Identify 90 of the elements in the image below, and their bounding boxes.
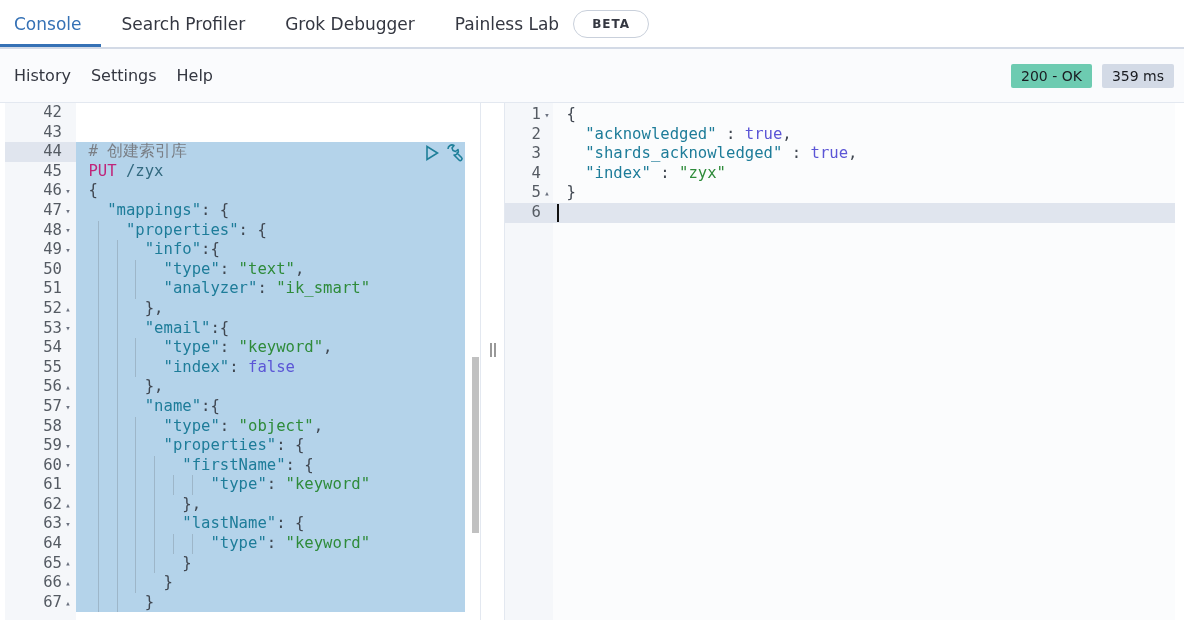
code-line: # 创建索引库 bbox=[88, 142, 188, 161]
fold-toggle[interactable]: ▾ bbox=[65, 401, 71, 412]
line-number: 57 bbox=[43, 396, 62, 417]
line-number: 67 bbox=[43, 592, 62, 613]
line-number: 56 bbox=[43, 377, 62, 397]
code-line: } bbox=[162, 573, 173, 592]
code-line: "info":{ bbox=[143, 240, 220, 259]
line-number: 65 bbox=[43, 553, 62, 574]
wrench-icon[interactable] bbox=[445, 143, 465, 164]
code-line: "acknowledged" : true, bbox=[584, 124, 792, 143]
code-line: { bbox=[88, 181, 98, 200]
line-number: 62 bbox=[43, 494, 62, 515]
line-number: 58 bbox=[43, 416, 62, 437]
code-line: "type": "keyword" bbox=[209, 534, 371, 553]
response-editor[interactable]: 1 ▾ { 2 "acknowledged" : true, 3 "shards_acknowledged" : true, 4 "index" : "zyx" 5 ▴ } 6 bbox=[505, 103, 1175, 620]
fold-toggle[interactable]: ▾ bbox=[65, 460, 71, 471]
line-number: 2 bbox=[531, 124, 541, 145]
fold-toggle[interactable]: ▴ bbox=[65, 499, 71, 510]
menu-link[interactable]: Settings bbox=[80, 62, 167, 89]
code-line: } bbox=[143, 592, 155, 611]
fold-toggle[interactable]: ▾ bbox=[65, 244, 71, 255]
line-number: 47 bbox=[43, 200, 62, 221]
code-line: "email":{ bbox=[143, 318, 230, 337]
fold-toggle[interactable]: ▴ bbox=[65, 558, 71, 569]
fold-toggle[interactable]: ▾ bbox=[65, 205, 71, 216]
fold-toggle[interactable]: ▾ bbox=[65, 186, 71, 197]
code-line: } bbox=[566, 183, 576, 202]
line-number: 51 bbox=[43, 279, 62, 299]
menu-link[interactable]: Help bbox=[166, 62, 224, 89]
code-line: "index" : "zyx" bbox=[584, 163, 726, 182]
fold-toggle[interactable]: ▴ bbox=[65, 578, 71, 589]
line-number: 42 bbox=[43, 103, 62, 123]
code-line: }, bbox=[143, 298, 164, 317]
fold-toggle[interactable]: ▾ bbox=[65, 519, 71, 530]
line-number: 49 bbox=[43, 240, 62, 260]
line-number: 53 bbox=[43, 318, 62, 339]
fold-toggle[interactable]: ▾ bbox=[65, 440, 71, 451]
code-line: "name":{ bbox=[143, 396, 220, 415]
resize-handle-icon[interactable] bbox=[489, 342, 496, 357]
code-line: "firstName": { bbox=[181, 455, 314, 474]
scrollbar-thumb[interactable] bbox=[472, 357, 479, 533]
code-line: "type": "keyword" bbox=[209, 475, 371, 494]
console-tab[interactable]: Grok Debugger bbox=[265, 0, 434, 47]
line-number: 60 bbox=[43, 455, 62, 476]
code-line: "properties": { bbox=[124, 220, 267, 239]
line-number: 63 bbox=[43, 514, 62, 535]
code-line: }, bbox=[143, 377, 164, 396]
line-number: 52 bbox=[43, 298, 62, 319]
code-line: "shards_acknowledged" : true, bbox=[584, 144, 858, 163]
line-number: 50 bbox=[43, 259, 62, 280]
fold-toggle[interactable]: ▴ bbox=[65, 597, 71, 608]
code-line: "index": false bbox=[162, 357, 295, 376]
console-tab[interactable]: Search Profiler bbox=[101, 0, 265, 47]
line-number: 4 bbox=[531, 163, 541, 184]
code-line: "lastName": { bbox=[181, 514, 305, 533]
code-line: }, bbox=[181, 494, 202, 513]
line-number: 66 bbox=[43, 573, 62, 593]
time-badge: 359 ms bbox=[1101, 63, 1174, 88]
line-number: 44 bbox=[43, 142, 62, 162]
line-number: 43 bbox=[43, 122, 62, 143]
line-number: 45 bbox=[43, 161, 62, 182]
code-line: "analyzer": "ik_smart" bbox=[162, 279, 371, 298]
line-number: 61 bbox=[43, 475, 62, 495]
code-line: "type": "keyword", bbox=[162, 338, 333, 357]
fold-toggle[interactable]: ▾ bbox=[65, 225, 71, 236]
line-number: 6 bbox=[531, 202, 541, 223]
line-number: 54 bbox=[43, 338, 62, 358]
line-number: 46 bbox=[43, 181, 62, 201]
code-line: } bbox=[181, 553, 192, 572]
line-number: 5 bbox=[531, 183, 541, 203]
code-line: "properties": { bbox=[162, 436, 305, 455]
line-number: 1 bbox=[531, 105, 541, 125]
fold-toggle[interactable]: ▴ bbox=[65, 382, 71, 393]
status-badge: 200 - OK bbox=[1011, 63, 1092, 88]
fold-toggle[interactable]: ▴ bbox=[544, 188, 550, 199]
code-line: { bbox=[566, 105, 576, 123]
fold-toggle[interactable]: ▾ bbox=[544, 109, 550, 120]
line-number: 55 bbox=[43, 357, 62, 378]
play-icon[interactable] bbox=[425, 145, 439, 162]
line-number: 59 bbox=[43, 436, 62, 456]
line-number: 3 bbox=[531, 144, 541, 164]
line-number: 64 bbox=[43, 534, 62, 554]
code-line: "type": "text", bbox=[162, 259, 305, 278]
fold-toggle[interactable]: ▾ bbox=[65, 323, 71, 334]
code-line: "mappings": { bbox=[106, 200, 230, 219]
code-line: "type": "object", bbox=[162, 416, 324, 435]
line-number: 48 bbox=[43, 220, 62, 241]
fold-toggle[interactable]: ▴ bbox=[65, 303, 71, 314]
code-line: PUT /zyx bbox=[88, 161, 164, 180]
menu-link[interactable]: History bbox=[4, 62, 81, 89]
